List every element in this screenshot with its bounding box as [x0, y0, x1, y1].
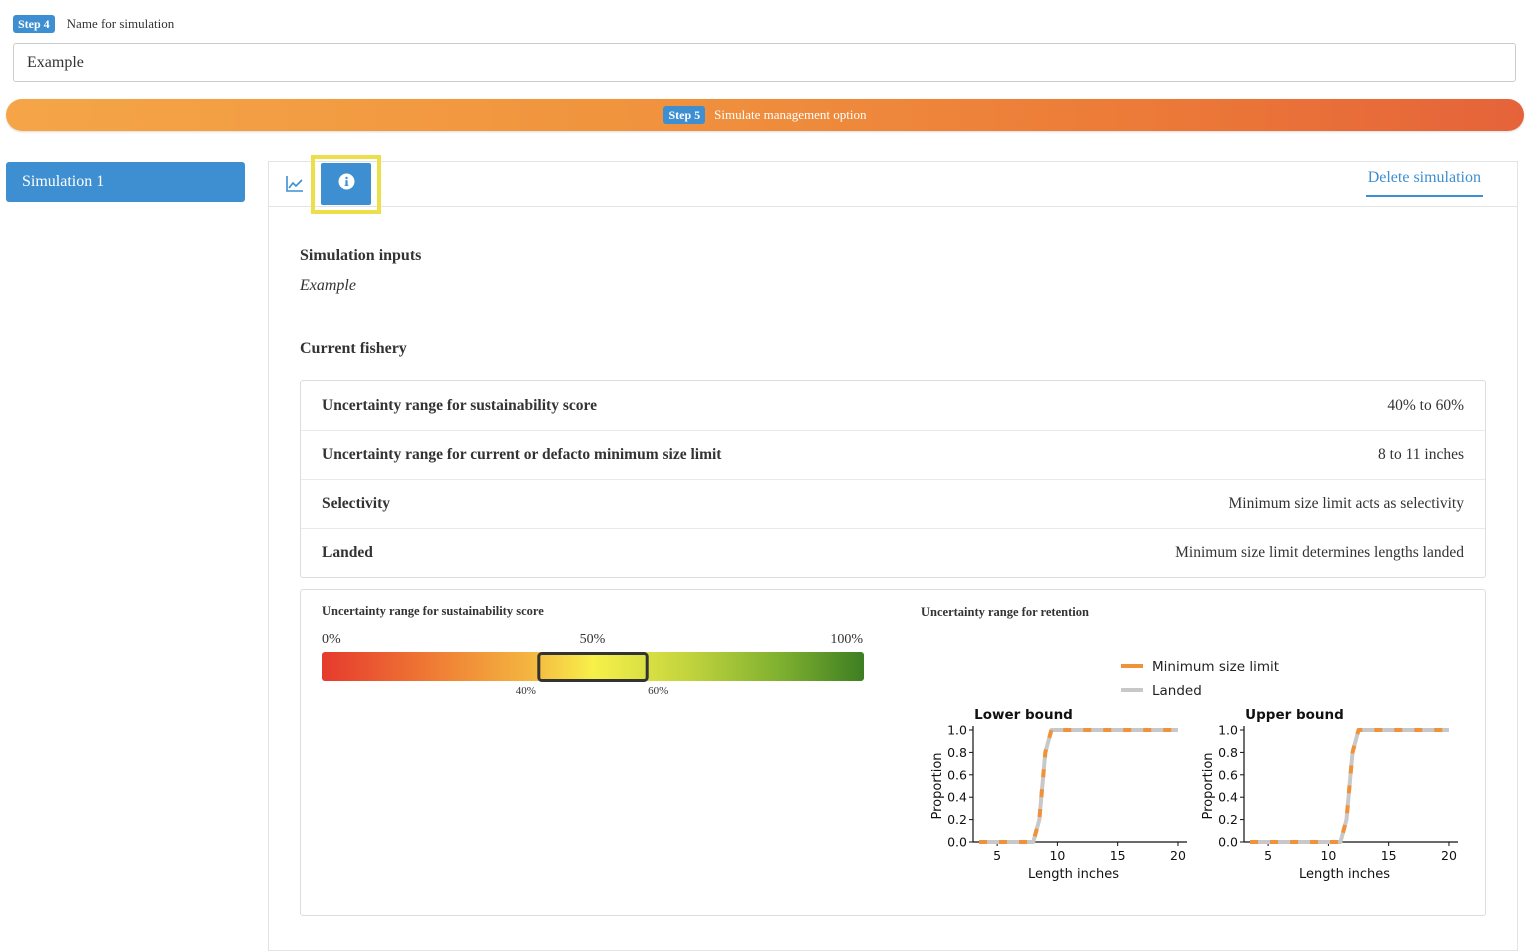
fishery-row-selectivity: Selectivity Minimum size limit acts as s…: [301, 479, 1485, 528]
score-gradient: [322, 652, 864, 681]
simulation-panel: Delete simulation Simulation inputs Exam…: [268, 155, 1518, 951]
lower-bound-plot: Lower bound 0.0 0.2 0.4 0.6 0.8 1.0 5 10 15 20 Leng…: [930, 707, 1187, 882]
score-range-low-label: 40%: [516, 685, 536, 697]
y-tick-label: 0.8: [1218, 745, 1238, 760]
simulation-inputs-heading: Simulation inputs: [300, 247, 422, 264]
y-tick-label: 0.0: [1218, 835, 1238, 850]
y-tick-label: 0.6: [947, 767, 967, 782]
fishery-row-key: Selectivity: [322, 495, 391, 512]
step5-label: Simulate management option: [714, 107, 867, 122]
step5-banner: Step 5 Simulate management option: [6, 99, 1524, 131]
series-line-landed: [979, 728, 1178, 844]
score-label-100: 100%: [830, 632, 863, 647]
x-tick-label: 20: [1170, 848, 1186, 863]
y-tick-label: 0.0: [947, 835, 967, 850]
legend-label-landed: Landed: [1152, 683, 1202, 699]
x-tick-label: 10: [1320, 848, 1336, 863]
simulation-inputs-name: Example: [300, 277, 356, 294]
x-tick-label: 20: [1441, 848, 1457, 863]
sustainability-score-title: Uncertainty range for sustainability sco…: [322, 604, 544, 618]
fishery-row-key: Uncertainty range for current or defacto…: [322, 446, 722, 463]
panel-tab-bar: Delete simulation: [269, 155, 1517, 214]
fishery-row-sustainability: Uncertainty range for sustainability sco…: [301, 381, 1485, 430]
legend-label-min-size: Minimum size limit: [1152, 659, 1279, 675]
sustainability-score-bar: 0% 50% 100% 40% 60%: [322, 632, 864, 697]
fishery-row-value: Minimum size limit determines lengths la…: [1175, 544, 1464, 561]
info-circle-icon: [338, 173, 355, 195]
x-tick-label: 15: [1381, 848, 1397, 863]
y-axis-label: Proportion: [930, 752, 945, 819]
retention-legend: Minimum size limit Landed: [1121, 659, 1279, 699]
fishery-row-value: Minimum size limit acts as selectivity: [1228, 495, 1464, 512]
x-tick-label: 15: [1110, 848, 1126, 863]
step5-badge: Step 5: [663, 106, 706, 124]
series-line-minimum-size-limit: [1250, 728, 1449, 844]
step4-header: Step 4 Name for simulation: [13, 14, 174, 34]
simulation-name-input[interactable]: [13, 43, 1516, 82]
plot-title: Upper bound: [1245, 707, 1344, 723]
y-tick-label: 0.2: [947, 812, 967, 827]
score-label-50: 50%: [580, 632, 606, 647]
y-tick-label: 0.8: [947, 745, 967, 760]
line-chart-icon[interactable]: [285, 174, 305, 194]
y-tick-label: 1.0: [1218, 723, 1238, 738]
retention-title: Uncertainty range for retention: [921, 605, 1089, 619]
y-tick-label: 0.6: [1218, 767, 1238, 782]
x-tick-label: 5: [1264, 848, 1272, 863]
y-tick-label: 1.0: [947, 723, 967, 738]
fishery-row-value: 8 to 11 inches: [1378, 446, 1464, 463]
x-axis-label: Length inches: [1028, 867, 1119, 882]
fishery-row-size-limit: Uncertainty range for current or defacto…: [301, 430, 1485, 479]
y-tick-label: 0.4: [947, 790, 967, 805]
fishery-row-value: 40% to 60%: [1387, 396, 1464, 414]
fishery-row-landed: Landed Minimum size limit determines len…: [301, 528, 1485, 577]
retention-charts: Minimum size limit Landed Lower bound 0.0…: [930, 659, 1458, 882]
x-tick-label: 10: [1049, 848, 1065, 863]
step4-label: Name for simulation: [66, 16, 175, 31]
series-line-minimum-size-limit: [979, 728, 1178, 844]
simulation-tab[interactable]: Simulation 1: [6, 162, 245, 202]
score-range-high-label: 60%: [648, 685, 668, 697]
delete-simulation-link[interactable]: Delete simulation: [1365, 169, 1483, 197]
upper-bound-plot: Upper bound 0.0 0.2 0.4 0.6 0.8 1.0 5 10 15 20 Leng…: [1201, 707, 1458, 882]
current-fishery-table: Uncertainty range for sustainability sco…: [300, 380, 1486, 578]
fishery-row-key: Landed: [322, 544, 373, 561]
plot-title: Lower bound: [974, 707, 1073, 723]
step4-badge: Step 4: [13, 15, 55, 33]
y-tick-label: 0.4: [1218, 790, 1238, 805]
score-label-0: 0%: [322, 632, 341, 647]
x-axis-label: Length inches: [1299, 867, 1390, 882]
current-fishery-heading: Current fishery: [300, 340, 407, 357]
uncertainty-visual-card: Uncertainty range for sustainability sco…: [300, 589, 1486, 916]
y-axis-label: Proportion: [1201, 752, 1216, 819]
y-tick-label: 0.2: [1218, 812, 1238, 827]
info-tab[interactable]: [321, 163, 371, 205]
x-tick-label: 5: [993, 848, 1001, 863]
fishery-row-key: Uncertainty range for sustainability sco…: [322, 396, 597, 414]
